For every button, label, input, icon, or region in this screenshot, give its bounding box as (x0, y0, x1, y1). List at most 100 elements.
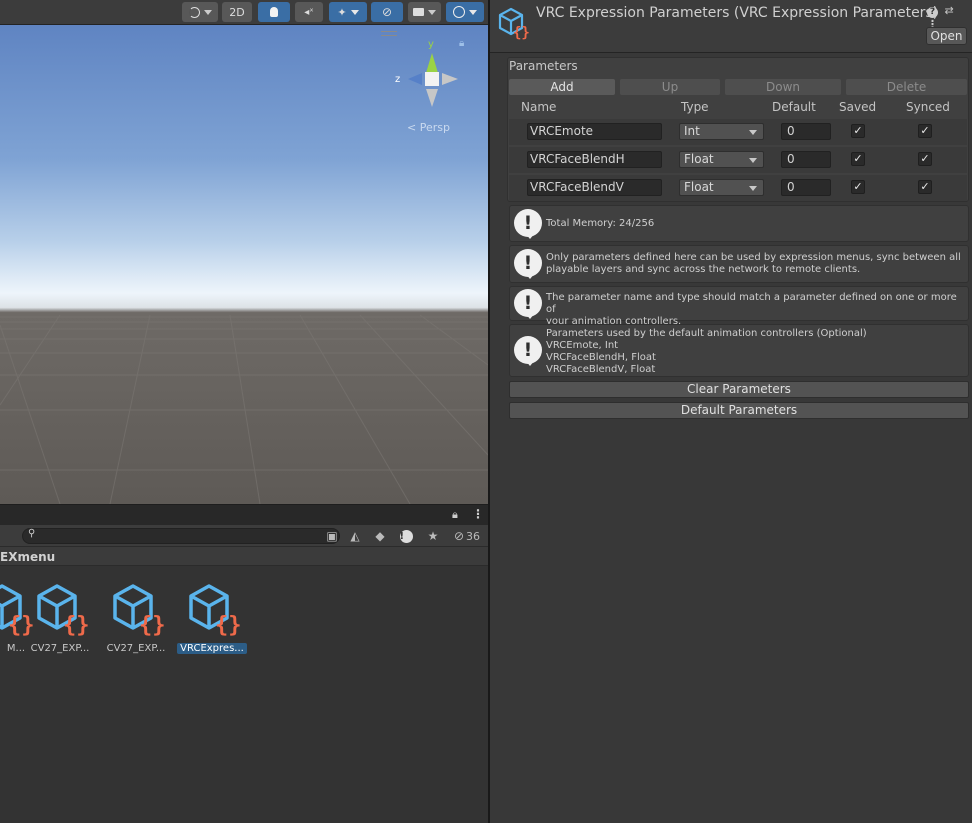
shading-sphere-icon (188, 6, 200, 18)
lighting-toggle-button[interactable] (258, 2, 290, 22)
saved-checkbox[interactable]: ✓ (851, 152, 865, 166)
checkmark-icon: ✓ (920, 180, 930, 193)
camera-dropdown[interactable] (408, 2, 441, 22)
default-parameters-button[interactable]: Default Parameters (509, 402, 969, 419)
toggle-2d-button[interactable]: 2D (222, 2, 252, 22)
search-input[interactable]: ⚲ (22, 528, 340, 544)
help-text: Only parameters defined here can be used… (546, 252, 961, 275)
saved-checkbox[interactable]: ✓ (851, 180, 865, 194)
gizmo-globe-icon (453, 6, 465, 18)
parameter-name-field[interactable]: VRCEmote (527, 123, 662, 140)
column-name: Name (521, 100, 557, 114)
parameter-default-field[interactable]: 0 (781, 123, 831, 140)
add-button[interactable]: Add (509, 79, 615, 95)
scene-view[interactable]: 🔒︎ y z < Persp (0, 25, 488, 504)
checkmark-icon: ✓ (853, 152, 863, 165)
checkmark-icon: ✓ (920, 152, 930, 165)
inspector-panel: {} VRC Expression Parameters (VRC Expres… (490, 0, 972, 823)
asset-grid: {} M... {} CV27_EXP... {} CV27_EXP... {}… (0, 566, 488, 823)
delete-button[interactable]: Delete (846, 79, 967, 95)
asset-item[interactable]: {} CV27_EXP... (22, 580, 98, 654)
info-icon: ! (514, 249, 542, 279)
memory-text: Total Memory: 24/256 (546, 218, 655, 229)
filter-by-label-icon[interactable]: ◆ (370, 527, 390, 545)
parameter-row[interactable]: VRCFaceBlendH Float 0 ✓ ✓ (509, 147, 967, 173)
eye-slash-icon: ⊘ (381, 5, 393, 19)
defined-help-box: ! Only parameters defined here can be us… (509, 245, 969, 283)
svg-text:{}: {} (215, 613, 242, 638)
scene-toolbar: 2D ◂ˣ ✦ ⊘ (0, 0, 488, 25)
log-types-icon[interactable]: ! (396, 527, 416, 545)
synced-checkbox[interactable]: ✓ (918, 180, 932, 194)
asset-item-selected[interactable]: {} VRCExpres... (174, 580, 250, 654)
search-by-type-icon[interactable]: ▣ (322, 527, 342, 545)
asset-item[interactable]: {} CV27_EXP... (98, 580, 174, 654)
help-icon[interactable]: ? (927, 7, 938, 18)
checkmark-icon: ✓ (920, 124, 930, 137)
parameter-type-select[interactable]: Int (679, 123, 764, 140)
hidden-packages-toggle[interactable]: ⊘ 36 (450, 527, 484, 545)
parameter-default-field[interactable]: 0 (781, 151, 831, 168)
svg-text:y: y (428, 39, 434, 50)
breadcrumb: EXmenu (0, 546, 488, 566)
parameter-default-field[interactable]: 0 (781, 179, 831, 196)
lightbulb-icon (270, 7, 278, 17)
column-saved: Saved (839, 100, 877, 114)
perspective-icon: < (407, 121, 417, 134)
project-tab-bar: 🔒︎ ⋮ (0, 504, 488, 525)
project-toolbar: ⚲ ▣ ◭ ◆ ! ★ ⊘ 36 (0, 525, 488, 546)
asset-label: VRCExpres... (177, 643, 247, 654)
parameter-name-field[interactable]: VRCFaceBlendV (527, 179, 662, 196)
filter-by-type-icon[interactable]: ◭ (345, 527, 365, 545)
effects-icon: ✦ (337, 5, 347, 19)
parameter-name-field[interactable]: VRCFaceBlendH (527, 151, 662, 168)
svg-text:{}: {} (63, 613, 90, 638)
breadcrumb-folder[interactable]: EXmenu (0, 550, 55, 564)
match-help-box: ! The parameter name and type should mat… (509, 286, 969, 327)
help-text: Parameters used by the default animation… (546, 328, 867, 375)
effects-dropdown[interactable]: ✦ (329, 2, 367, 22)
info-icon: ! (514, 209, 542, 239)
up-button[interactable]: Up (620, 79, 720, 95)
svg-text:{}: {} (513, 25, 530, 40)
shading-mode-dropdown[interactable] (182, 2, 218, 22)
orientation-gizmo[interactable]: y z (392, 35, 472, 125)
audio-muted-icon: ◂ˣ (304, 6, 314, 18)
parameter-type-select[interactable]: Float (679, 151, 764, 168)
parameter-type-select[interactable]: Float (679, 179, 764, 196)
chevron-down-icon (749, 130, 757, 135)
more-options-icon[interactable]: ⋮ (472, 507, 484, 521)
checkmark-icon: ✓ (853, 124, 863, 137)
expression-asset-icon: {} (189, 584, 242, 638)
expression-asset-icon: {} (498, 7, 530, 40)
synced-checkbox[interactable]: ✓ (918, 124, 932, 138)
open-button[interactable]: Open (926, 27, 967, 45)
scene-visibility-button[interactable]: ⊘ (371, 2, 403, 22)
column-default: Default (772, 100, 816, 114)
help-text: The parameter name and type should match… (546, 292, 957, 327)
synced-checkbox[interactable]: ✓ (918, 152, 932, 166)
camera-icon (413, 8, 424, 16)
saved-checkbox[interactable]: ✓ (851, 124, 865, 138)
gizmos-dropdown[interactable] (446, 2, 484, 22)
defaults-help-box: ! Parameters used by the default animati… (509, 324, 969, 377)
chevron-down-icon (749, 158, 757, 163)
asset-label: CV27_EXP... (106, 643, 166, 654)
column-synced: Synced (906, 100, 950, 114)
down-button[interactable]: Down (725, 79, 841, 95)
search-icon: ⚲ (28, 528, 36, 539)
checkmark-icon: ✓ (853, 180, 863, 193)
expression-asset-icon: {} (37, 584, 90, 638)
chevron-down-icon (749, 186, 757, 191)
audio-toggle-button[interactable]: ◂ˣ (295, 2, 323, 22)
presets-icon[interactable]: ⇄ (945, 4, 957, 17)
svg-text:z: z (395, 74, 400, 85)
projection-label[interactable]: < Persp (407, 121, 450, 134)
column-type: Type (681, 100, 709, 114)
lock-icon[interactable]: 🔒︎ (452, 508, 458, 522)
parameter-row[interactable]: VRCEmote Int 0 ✓ ✓ (509, 119, 967, 145)
favorite-star-icon[interactable]: ★ (423, 527, 443, 545)
parameter-row[interactable]: VRCFaceBlendV Float 0 ✓ ✓ (509, 175, 967, 201)
clear-parameters-button[interactable]: Clear Parameters (509, 381, 969, 398)
memory-help-box: ! Total Memory: 24/256 (509, 205, 969, 242)
